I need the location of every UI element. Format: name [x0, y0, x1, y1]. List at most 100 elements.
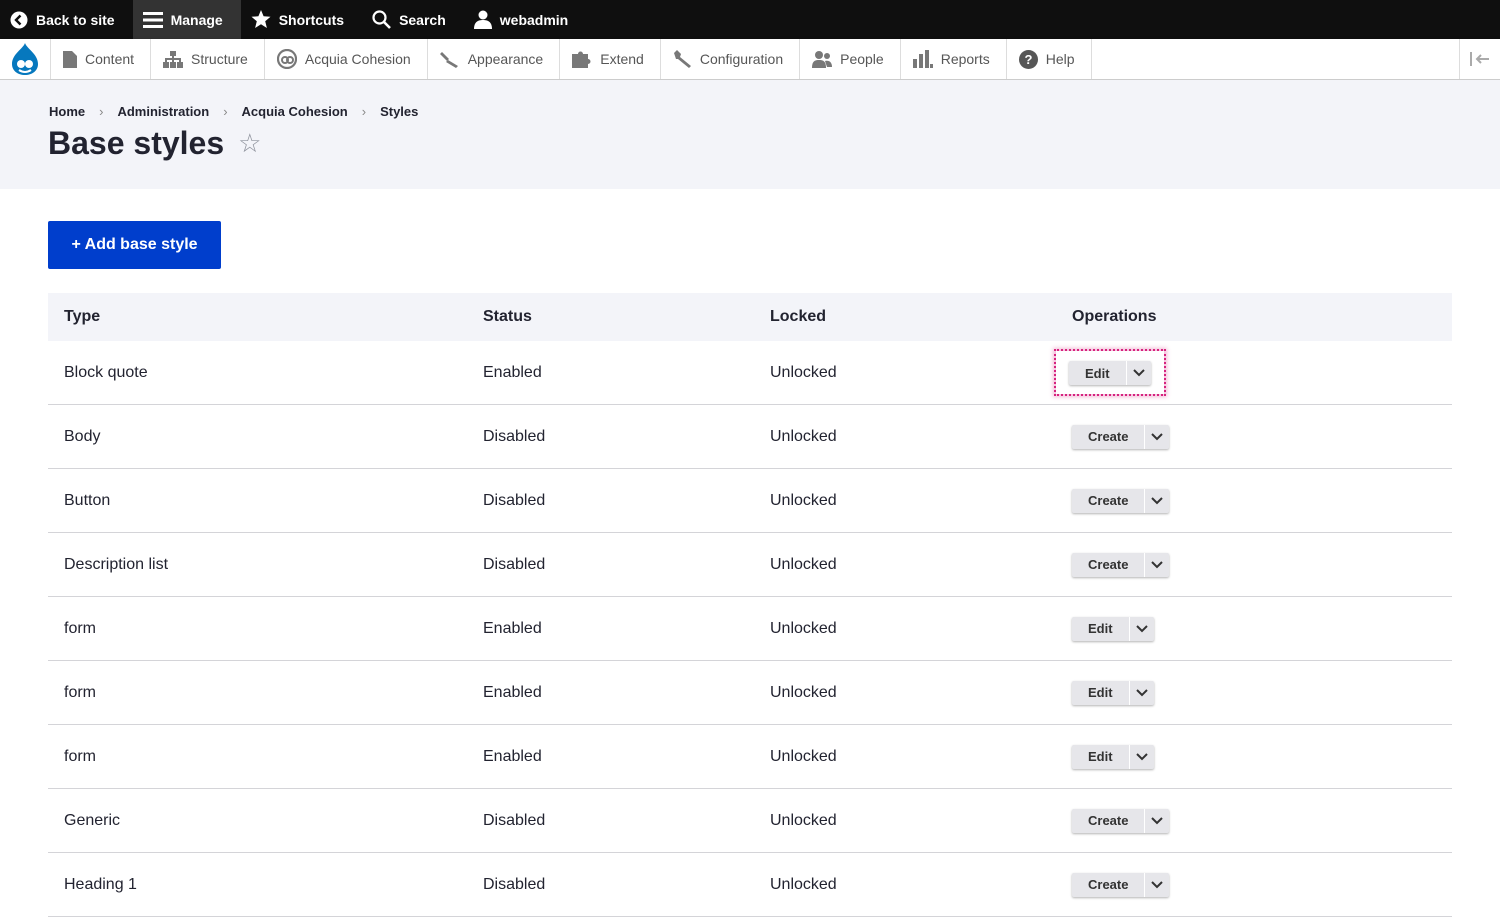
user-tab[interactable]: webadmin: [464, 0, 586, 39]
back-to-site-link[interactable]: Back to site: [0, 0, 133, 39]
operation-create-button[interactable]: Create: [1072, 552, 1146, 577]
collapse-tray-button[interactable]: [1459, 39, 1500, 79]
user-label: webadmin: [499, 11, 569, 28]
cell-operations: Create: [1056, 532, 1452, 597]
operations-dropbutton: Edit: [1072, 744, 1154, 769]
manage-label: Manage: [170, 11, 223, 28]
back-to-site-label: Back to site: [36, 11, 115, 28]
operations-dropbutton: Edit: [1069, 361, 1151, 385]
tray-item-reports[interactable]: Reports: [901, 39, 1007, 79]
operation-create-button[interactable]: Create: [1072, 424, 1146, 449]
cell-locked: Unlocked: [754, 341, 1056, 405]
add-base-style-button[interactable]: + Add base style: [48, 221, 221, 269]
search-tab[interactable]: Search: [362, 0, 464, 39]
cell-locked: Unlocked: [754, 532, 1056, 597]
cell-locked: Unlocked: [754, 596, 1056, 661]
tray-item-appearance[interactable]: Appearance: [428, 39, 561, 79]
operations-dropbutton: Edit: [1072, 680, 1154, 705]
tray-spacer: [1092, 39, 1459, 79]
tray-item-configuration[interactable]: Configuration: [661, 39, 801, 79]
cell-type: Block quote: [48, 341, 467, 405]
column-header-type: Type: [48, 293, 467, 341]
breadcrumb-home[interactable]: Home: [49, 104, 85, 119]
chevron-down-icon[interactable]: [1145, 425, 1169, 449]
cell-status: Disabled: [467, 788, 754, 853]
breadcrumb-administration[interactable]: Administration: [117, 104, 209, 119]
cell-status: Disabled: [467, 404, 754, 469]
star-icon: [251, 10, 271, 28]
manage-tab[interactable]: Manage: [132, 0, 241, 39]
puzzle-icon: [572, 51, 591, 68]
chevron-down-icon[interactable]: [1130, 681, 1154, 705]
table-row: Button Disabled Unlocked Create: [48, 468, 1452, 533]
breadcrumb-separator-icon: ›: [361, 104, 367, 119]
operation-edit-button[interactable]: Edit: [1069, 361, 1127, 385]
operation-edit-button[interactable]: Edit: [1072, 680, 1130, 705]
table-row: form Enabled Unlocked Edit: [48, 724, 1452, 789]
tray-item-extend[interactable]: Extend: [560, 39, 661, 79]
operation-edit-button[interactable]: Edit: [1072, 616, 1130, 641]
table-row: Body Disabled Unlocked Create: [48, 404, 1452, 469]
shortcuts-tab[interactable]: Shortcuts: [241, 0, 362, 39]
page-title-row: Base styles ☆: [48, 125, 261, 162]
breadcrumb-separator-icon: ›: [99, 104, 104, 119]
cell-status: Enabled: [467, 724, 754, 789]
focus-highlight: Edit: [1054, 349, 1166, 396]
operation-edit-button[interactable]: Edit: [1072, 744, 1130, 769]
cell-type: form: [48, 660, 467, 725]
operation-create-button[interactable]: Create: [1072, 872, 1146, 897]
operations-dropbutton: Create: [1072, 424, 1170, 449]
cell-operations: Edit: [1056, 660, 1452, 725]
cell-status: Enabled: [467, 341, 754, 405]
operation-create-button[interactable]: Create: [1072, 808, 1146, 833]
tray-item-help[interactable]: ? Help: [1007, 39, 1092, 79]
wrench-icon: [673, 49, 691, 68]
shortcut-star-icon[interactable]: ☆: [238, 128, 261, 159]
tray-item-content[interactable]: Content: [51, 39, 152, 79]
cell-locked: Unlocked: [754, 852, 1056, 917]
chevron-down-icon[interactable]: [1145, 489, 1169, 513]
tray-item-label: Reports: [940, 51, 990, 67]
cell-locked: Unlocked: [754, 468, 1056, 533]
tray-item-label: Acquia Cohesion: [304, 51, 411, 67]
search-icon: [372, 10, 391, 29]
operations-dropbutton: Create: [1072, 808, 1170, 833]
tray-item-people[interactable]: People: [800, 39, 901, 79]
table-row: form Enabled Unlocked Edit: [48, 596, 1452, 661]
chevron-down-icon[interactable]: [1145, 873, 1169, 897]
chevron-down-icon[interactable]: [1127, 361, 1151, 385]
chevron-down-icon[interactable]: [1145, 809, 1169, 833]
drupal-drop-icon: [12, 43, 38, 75]
tray-item-acquia-cohesion[interactable]: Acquia Cohesion: [265, 39, 428, 79]
cell-type: Button: [48, 468, 467, 533]
sitemap-icon: [163, 50, 184, 68]
column-header-status: Status: [467, 293, 754, 341]
bar-chart-icon: [912, 50, 933, 68]
hamburger-icon: [142, 11, 163, 28]
cell-locked: Unlocked: [754, 788, 1056, 853]
operation-create-button[interactable]: Create: [1072, 488, 1146, 513]
cell-locked: Unlocked: [754, 724, 1056, 789]
breadcrumb-styles[interactable]: Styles: [380, 104, 418, 119]
operations-dropbutton: Create: [1072, 872, 1170, 897]
table-body: Block quote Enabled Unlocked Edit Body Disabl…: [48, 341, 1452, 917]
chevron-down-icon[interactable]: [1130, 745, 1154, 769]
breadcrumb: Home › Administration › Acquia Cohesion …: [49, 104, 418, 119]
tray-item-label: Help: [1045, 51, 1075, 67]
chevron-down-icon[interactable]: [1130, 617, 1154, 641]
breadcrumb-separator-icon: ›: [223, 104, 228, 119]
table-header-row: Type Status Locked Operations: [48, 293, 1452, 341]
cell-operations: Edit: [1056, 724, 1452, 789]
tray-item-structure[interactable]: Structure: [151, 39, 265, 79]
document-icon: [63, 50, 77, 68]
shortcuts-label: Shortcuts: [278, 11, 345, 28]
chevron-down-icon[interactable]: [1145, 553, 1169, 577]
breadcrumb-acquia-cohesion[interactable]: Acquia Cohesion: [242, 104, 348, 119]
cell-status: Disabled: [467, 468, 754, 533]
table-row: Description list Disabled Unlocked Create: [48, 532, 1452, 597]
table-row: Heading 1 Disabled Unlocked Create: [48, 852, 1452, 917]
collapse-arrow-icon: [1470, 52, 1489, 66]
drupal-logo[interactable]: [0, 39, 51, 79]
cell-type: Generic: [48, 788, 467, 853]
cell-type: Heading 1: [48, 852, 467, 917]
